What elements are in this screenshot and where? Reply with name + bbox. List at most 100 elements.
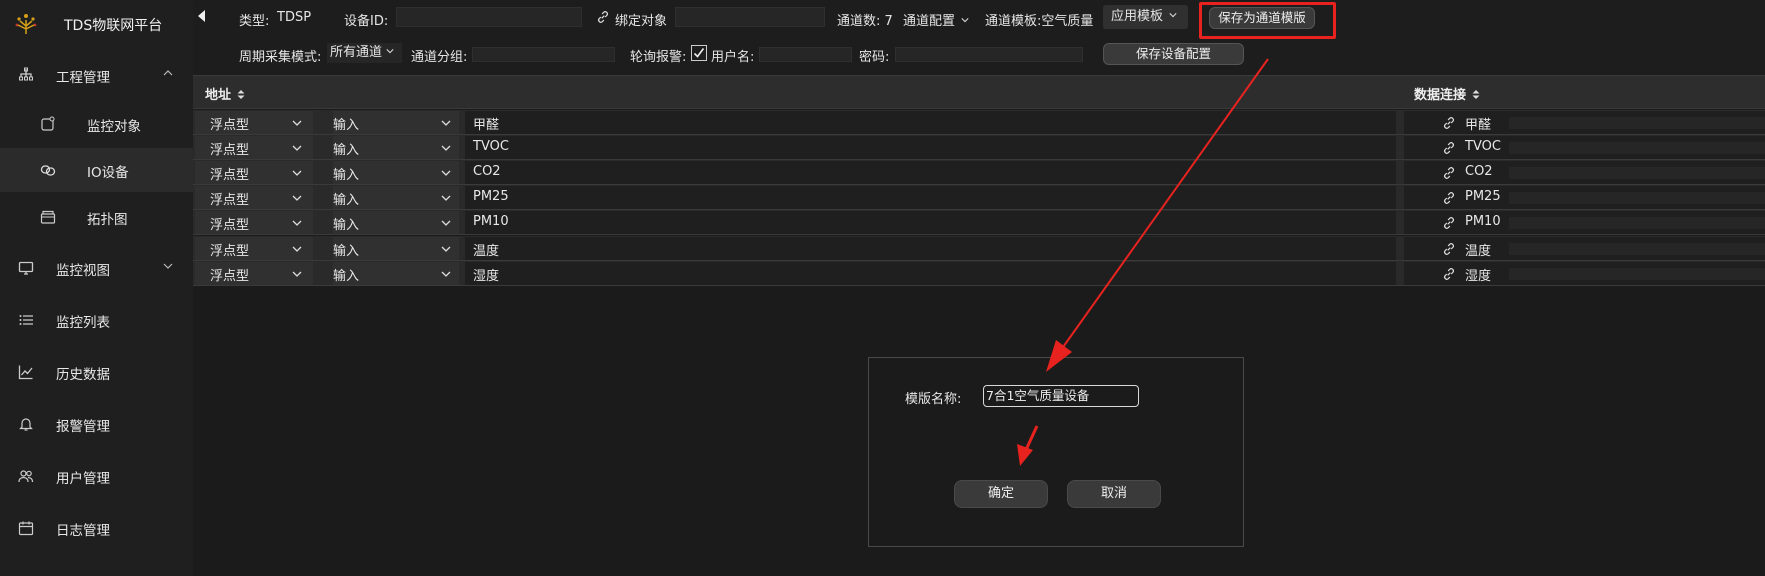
type-label: 类型: [239,14,270,29]
chevron-down-icon [292,120,302,126]
table-header: 地址 数据连接 [193,75,1765,109]
data-link-bar [1509,243,1765,255]
logo-icon [15,14,37,34]
template-name-label: 模版名称: [905,392,962,407]
sidebar-item-label: 日志管理 [56,523,110,539]
chevron-up-icon [163,70,173,76]
sidebar-item-monitor-view[interactable]: 监控视图 [0,246,193,290]
app-title: TDS物联网平台 [64,18,163,34]
chevron-down-icon [441,145,451,151]
data-link-cell[interactable]: 温度 [1404,237,1765,260]
toolbar: 类型: TDSP 设备ID: 绑定对象 通道数: 7 通道配置 通道模板:空气质… [193,0,1765,75]
sidebar-item-monitor-list[interactable]: 监控列表 [0,298,193,342]
sidebar-item-project[interactable]: 工程管理 [0,53,193,97]
username-input[interactable] [759,47,852,62]
io-select[interactable]: 输入 [333,111,459,134]
cycle-mode-select[interactable]: 所有通道 [327,43,402,63]
sidebar-item-label: 用户管理 [56,471,110,487]
channel-name[interactable]: 湿度 [465,262,1396,285]
data-link-cell[interactable]: CO2 [1404,161,1765,184]
channel-name[interactable]: PM10 [465,211,1396,234]
calendar-icon [18,521,34,536]
type-select[interactable]: 浮点型 [195,161,313,184]
chevron-down-icon [163,263,173,269]
data-link-cell[interactable]: 湿度 [1404,262,1765,285]
io-select[interactable]: 输入 [333,211,459,234]
desktop-icon [18,261,34,275]
channel-name[interactable]: 甲醛 [465,111,1396,134]
password-input[interactable] [895,47,1083,62]
users-icon [18,470,34,483]
table-row: 浮点型 输入 湿度 湿度 [193,261,1765,286]
sidebar-item-label: 历史数据 [56,367,110,383]
io-select[interactable]: 输入 [333,161,459,184]
chevron-down-icon [441,170,451,176]
sidebar-item-label: IO设备 [87,165,129,181]
channel-count: 通道数: 7 [837,14,893,29]
apply-template-dropdown[interactable]: 应用模板 [1103,5,1188,29]
data-link-bar [1509,192,1765,204]
data-link-cell[interactable]: TVOC [1404,136,1765,159]
data-link-cell[interactable]: PM10 [1404,211,1765,234]
bind-object-input[interactable] [675,7,825,27]
channel-name[interactable]: TVOC [465,136,1396,159]
channel-config-dropdown[interactable]: 通道配置 [903,10,969,29]
sidebar-item-monitor-object[interactable]: 监控对象 [0,102,193,146]
cancel-button[interactable]: 取消 [1067,480,1161,508]
chevron-down-icon [441,120,451,126]
type-select[interactable]: 浮点型 [195,262,313,285]
io-select[interactable]: 输入 [333,237,459,260]
data-link-cell[interactable]: 甲醛 [1404,111,1765,134]
data-link-bar [1509,142,1765,154]
sort-icon [1472,90,1480,99]
type-select[interactable]: 浮点型 [195,136,313,159]
column-header-address[interactable]: 地址 [205,84,245,103]
sidebar-item-history[interactable]: 历史数据 [0,350,193,394]
bell-icon [19,418,33,431]
sidebar-item-label: 报警管理 [56,419,110,435]
chevron-down-icon [292,170,302,176]
type-select[interactable]: 浮点型 [195,237,313,260]
channel-name[interactable]: CO2 [465,161,1396,184]
data-link-bar [1509,167,1765,179]
io-select[interactable]: 输入 [333,186,459,209]
chevron-down-icon [292,220,302,226]
sidebar-item-alarm[interactable]: 报警管理 [0,402,193,446]
collapse-sidebar-icon[interactable] [196,9,206,23]
chevron-down-icon [1169,13,1177,18]
sidebar-item-label: 监控视图 [56,263,110,279]
data-link-bar [1509,217,1765,229]
channel-group-input[interactable] [472,47,615,62]
device-id-input[interactable] [396,7,582,27]
sitemap-icon [19,67,33,81]
link-icon [1444,167,1454,179]
type-select[interactable]: 浮点型 [195,111,313,134]
io-select[interactable]: 输入 [333,262,459,285]
type-select[interactable]: 浮点型 [195,211,313,234]
logo-row: TDS物联网平台 [0,0,193,48]
channel-group-label: 通道分组: [411,50,468,65]
sidebar-item-logs[interactable]: 日志管理 [0,506,193,550]
ok-button[interactable]: 确定 [954,480,1048,508]
annotation-highlight-box [1199,2,1336,39]
cycle-mode-value: 所有通道 [330,45,383,60]
template-name-input[interactable]: 7合1空气质量设备 [983,385,1139,407]
channel-name[interactable]: 温度 [465,237,1396,260]
link-icon [1444,243,1454,255]
cycle-mode-label: 周期采集模式: [239,50,322,65]
bind-object-label: 绑定对象 [615,14,668,29]
chevron-down-icon [961,18,969,23]
table-row: 浮点型 输入 TVOC TVOC [193,135,1765,160]
save-device-config-button[interactable]: 保存设备配置 [1103,43,1244,65]
sidebar-item-label: 监控列表 [56,315,110,331]
io-select[interactable]: 输入 [333,136,459,159]
type-select[interactable]: 浮点型 [195,186,313,209]
sidebar-item-users[interactable]: 用户管理 [0,454,193,498]
poll-alarm-checkbox[interactable] [691,45,707,61]
sidebar-item-topology[interactable]: 拓扑图 [0,195,193,239]
channel-name[interactable]: PM25 [465,186,1396,209]
column-header-data-link[interactable]: 数据连接 [1414,84,1480,103]
sidebar-item-io-device[interactable]: IO设备 [0,148,193,192]
data-link-cell[interactable]: PM25 [1404,186,1765,209]
link-icon [1444,192,1454,204]
